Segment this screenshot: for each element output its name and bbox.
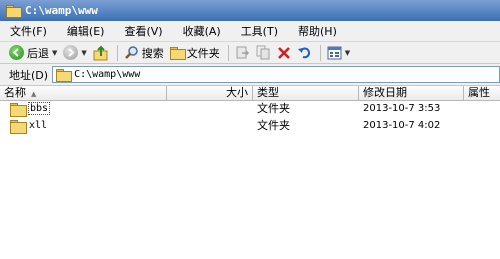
sort-ascending-icon: ▲ (31, 90, 37, 98)
title-bar: C:\wamp\www (0, 0, 500, 21)
column-name-label: 名称 (4, 86, 26, 99)
column-header-row: 名称 ▲ 大小 类型 修改日期 属性 (0, 86, 500, 101)
delete-icon (277, 46, 290, 59)
file-modified: 2013-10-7 3:53 (363, 103, 441, 114)
back-arrow-icon (9, 45, 24, 60)
toolbar-separator (116, 44, 118, 61)
address-value: C:\wamp\www (74, 69, 141, 80)
folders-button[interactable]: 文件夹 (169, 45, 220, 61)
move-to-icon (236, 46, 249, 59)
views-button[interactable]: ▼ (327, 46, 350, 60)
file-size (167, 119, 249, 133)
menu-tools[interactable]: 工具(T) (241, 23, 278, 39)
address-label: 地址(D) (9, 68, 49, 82)
folders-label: 文件夹 (186, 46, 220, 60)
menu-bar: 文件(F) 编辑(E) 查看(V) 收藏(A) 工具(T) 帮助(H) (0, 21, 500, 42)
file-modified: 2013-10-7 4:02 (363, 120, 441, 131)
folder-icon (10, 103, 27, 117)
up-folder-button[interactable] (93, 45, 109, 61)
address-bar: 地址(D) C:\wamp\www (0, 64, 500, 86)
up-folder-icon (93, 45, 108, 60)
column-type-label: 类型 (257, 86, 279, 99)
file-type: 文件夹 (257, 102, 290, 115)
column-name[interactable]: 名称 ▲ (0, 86, 167, 101)
folders-icon (169, 47, 186, 60)
menu-file[interactable]: 文件(F) (10, 23, 47, 39)
folder-icon (10, 120, 27, 134)
address-input[interactable]: C:\wamp\www (52, 66, 500, 83)
list-item[interactable]: bbs 文件夹 2013-10-7 3:53 (0, 102, 500, 117)
file-list[interactable]: 名称 ▲ 大小 类型 修改日期 属性 bbs 文件夹 2013-10-7 3:53… (0, 86, 500, 259)
undo-button[interactable] (297, 45, 312, 60)
folder-icon (6, 5, 22, 18)
column-attributes-label: 属性 (468, 86, 490, 99)
file-name: bbs (28, 102, 51, 115)
forward-dropdown-icon[interactable]: ▼ (81, 49, 86, 57)
back-button[interactable]: 后退 ▼ (9, 45, 57, 61)
column-size[interactable]: 大小 (167, 86, 253, 101)
column-type[interactable]: 类型 (253, 86, 359, 101)
file-type: 文件夹 (257, 119, 290, 132)
menu-edit[interactable]: 编辑(E) (67, 23, 105, 39)
column-size-label: 大小 (226, 86, 248, 99)
window-title: C:\wamp\www (25, 4, 98, 17)
column-attributes[interactable]: 属性 (464, 86, 500, 101)
column-modified[interactable]: 修改日期 (359, 86, 464, 101)
views-dropdown-icon[interactable]: ▼ (345, 49, 350, 57)
search-icon (124, 46, 138, 59)
file-size (167, 102, 249, 116)
copy-to-button[interactable] (256, 45, 271, 60)
undo-icon (297, 47, 310, 59)
forward-button[interactable]: ▼ (63, 45, 87, 60)
toolbar-separator (319, 44, 321, 61)
toolbar-separator (227, 44, 229, 61)
list-item[interactable]: xll 文件夹 2013-10-7 4:02 (0, 119, 500, 134)
back-label: 后退 (27, 46, 49, 60)
menu-view[interactable]: 查看(V) (124, 23, 162, 39)
search-button[interactable]: 搜索 (124, 45, 164, 61)
delete-button[interactable] (277, 46, 291, 60)
menu-favorites[interactable]: 收藏(A) (183, 23, 221, 39)
forward-arrow-icon (63, 45, 79, 60)
copy-to-icon (256, 45, 270, 60)
menu-help[interactable]: 帮助(H) (298, 23, 337, 39)
file-name: xll (29, 120, 48, 131)
folder-icon (56, 69, 73, 82)
back-dropdown-icon[interactable]: ▼ (52, 49, 57, 57)
toolbar: 后退 ▼ ▼ 搜索 文件夹 ▼ (0, 42, 500, 64)
search-label: 搜索 (141, 46, 164, 60)
column-modified-label: 修改日期 (363, 86, 407, 99)
move-to-button[interactable] (235, 45, 250, 60)
views-icon (327, 46, 342, 59)
